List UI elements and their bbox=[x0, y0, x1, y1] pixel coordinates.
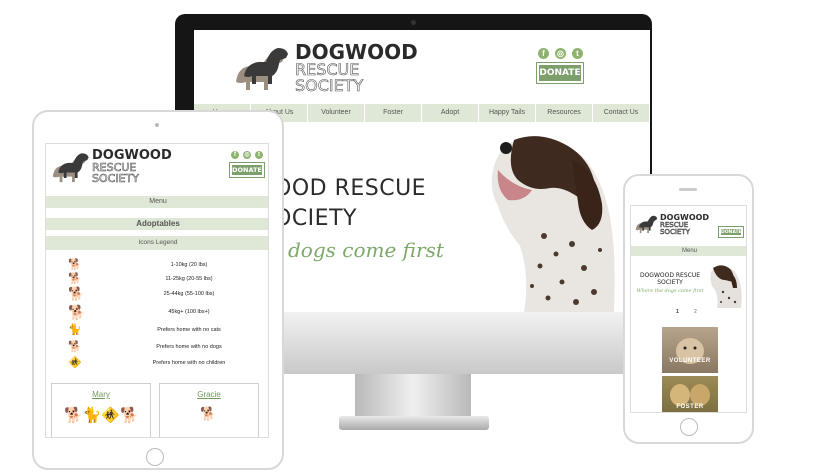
site-logo[interactable]: DOGWOOD RESCUE SOCIETY bbox=[295, 42, 418, 94]
no-cats-icon: 🐈 bbox=[68, 324, 82, 336]
legend-row: 🚸 Prefers home with no children bbox=[46, 357, 268, 371]
phone-home-button[interactable] bbox=[680, 418, 698, 436]
tablet-site: DOGWOOD RESCUE SOCIETY f ◎ t DONATE Menu… bbox=[45, 143, 269, 438]
tablet-camera bbox=[155, 123, 159, 127]
legend-row: 🐕 45kg+ (100 lbs+) bbox=[46, 304, 268, 320]
dog-logo-icon bbox=[635, 215, 658, 234]
dog-card-gracie[interactable]: Gracie 🐕 bbox=[159, 383, 259, 437]
instagram-icon[interactable]: ◎ bbox=[555, 48, 566, 59]
menu-toggle[interactable]: Menu bbox=[631, 246, 746, 256]
legend-text: 11-25kg (20-55 lbs) bbox=[165, 276, 213, 282]
legend-title: Icons Legend bbox=[46, 236, 268, 250]
nav-adopt[interactable]: Adopt bbox=[422, 104, 479, 122]
monitor-camera bbox=[411, 20, 416, 25]
tablet-home-button[interactable] bbox=[146, 448, 164, 466]
no-children-icon: 🚸 bbox=[68, 357, 82, 369]
dog-traits-icons: 🐕🐈🚸🐕 bbox=[64, 407, 139, 424]
legend-text: 1-10kg (20 lbs) bbox=[170, 262, 208, 268]
twitter-icon[interactable]: t bbox=[572, 48, 583, 59]
hero-title-line-1: DOGWOOD RESCUE bbox=[639, 272, 701, 279]
legend-row: 🐕 1-10kg (20 lbs) bbox=[46, 259, 268, 273]
hero-tagline: Where the dogs come first bbox=[636, 288, 704, 294]
phone-hero-title: DOGWOOD RESCUE SOCIETY bbox=[635, 272, 705, 286]
menu-toggle[interactable]: Menu bbox=[46, 196, 268, 208]
hero-title-line-2: OCIETY bbox=[274, 206, 357, 231]
site-logo[interactable]: DOGWOOD RESCUE SOCIETY bbox=[660, 214, 709, 236]
foster-tile[interactable]: FOSTER bbox=[662, 376, 718, 412]
instagram-icon[interactable]: ◎ bbox=[243, 151, 251, 159]
xl-dog-icon: 🐕 bbox=[68, 304, 86, 320]
hero-dog-photo bbox=[710, 265, 742, 308]
logo-line-3: SOCIETY bbox=[92, 172, 140, 185]
tile-label: VOLUNTEER bbox=[669, 358, 711, 364]
nav-foster[interactable]: Foster bbox=[365, 104, 422, 122]
legend-text: 45kg+ (100 lbs+) bbox=[168, 309, 210, 315]
pager-2[interactable]: 2 bbox=[694, 309, 697, 315]
nav-happy-tails[interactable]: Happy Tails bbox=[479, 104, 536, 122]
phone-site: DOGWOOD RESCUE SOCIETY DONATE Menu DOGWO… bbox=[630, 205, 747, 413]
facebook-icon[interactable]: f bbox=[231, 151, 239, 159]
dog-name[interactable]: Gracie bbox=[160, 390, 258, 399]
hero-tagline: dogs come first bbox=[288, 238, 444, 262]
logo-line-1: DOGWOOD bbox=[295, 40, 418, 64]
twitter-icon[interactable]: t bbox=[255, 151, 263, 159]
legend-row: 🐕 11-25kg (20-55 lbs) bbox=[46, 273, 268, 287]
donate-button[interactable]: DONATE bbox=[718, 226, 744, 238]
legend-text: Prefers home with no dogs bbox=[156, 344, 222, 350]
small-dog-icon: 🐕 bbox=[68, 259, 82, 271]
logo-line-3: SOCIETY bbox=[295, 76, 364, 95]
legend-row: 🐕 Prefers home with no dogs bbox=[46, 341, 268, 355]
dog-logo-icon bbox=[236, 48, 288, 90]
legend-text: 25-44kg (55-100 lbs) bbox=[163, 291, 215, 297]
hero-title-line-1: OOD RESCUE bbox=[274, 176, 427, 201]
small-dog-icon: 🐕 bbox=[200, 406, 217, 421]
facebook-icon[interactable]: f bbox=[538, 48, 549, 59]
dog-name[interactable]: Mary bbox=[52, 390, 150, 399]
medium-dog-icon: 🐕 bbox=[68, 273, 82, 285]
dog-card-mary[interactable]: Mary 🐕🐈🚸🐕 bbox=[51, 383, 151, 437]
legend-row: 🐈 Prefers home with no cats bbox=[46, 324, 268, 338]
logo-line-3: SOCIETY bbox=[660, 228, 690, 236]
phone-speaker bbox=[679, 188, 697, 191]
dog-logo-icon bbox=[52, 153, 89, 183]
monitor-stand-neck bbox=[355, 374, 471, 418]
legend-row: 🐕 25-44kg (55-100 lbs) bbox=[46, 286, 268, 302]
hero-title-line-2: SOCIETY bbox=[657, 279, 683, 286]
legend-text: Prefers home with no cats bbox=[157, 327, 221, 333]
volunteer-tile[interactable]: VOLUNTEER bbox=[662, 327, 718, 373]
section-title: Adoptables bbox=[46, 218, 268, 230]
donate-button[interactable]: DONATE bbox=[229, 162, 265, 178]
site-logo[interactable]: DOGWOOD RESCUE SOCIETY bbox=[92, 149, 172, 184]
large-dog-icon: 🐕 bbox=[68, 286, 85, 301]
pager-1[interactable]: 1 bbox=[676, 309, 679, 315]
nav-volunteer[interactable]: Volunteer bbox=[308, 104, 365, 122]
legend-text: Prefers home with no children bbox=[152, 360, 226, 366]
nav-resources[interactable]: Resources bbox=[536, 104, 593, 122]
no-dogs-icon: 🐕 bbox=[68, 341, 82, 353]
tile-label: FOSTER bbox=[676, 404, 704, 410]
donate-button[interactable]: DONATE bbox=[536, 62, 584, 84]
nav-contact-us[interactable]: Contact Us bbox=[593, 104, 650, 122]
monitor-stand-foot bbox=[339, 416, 489, 430]
